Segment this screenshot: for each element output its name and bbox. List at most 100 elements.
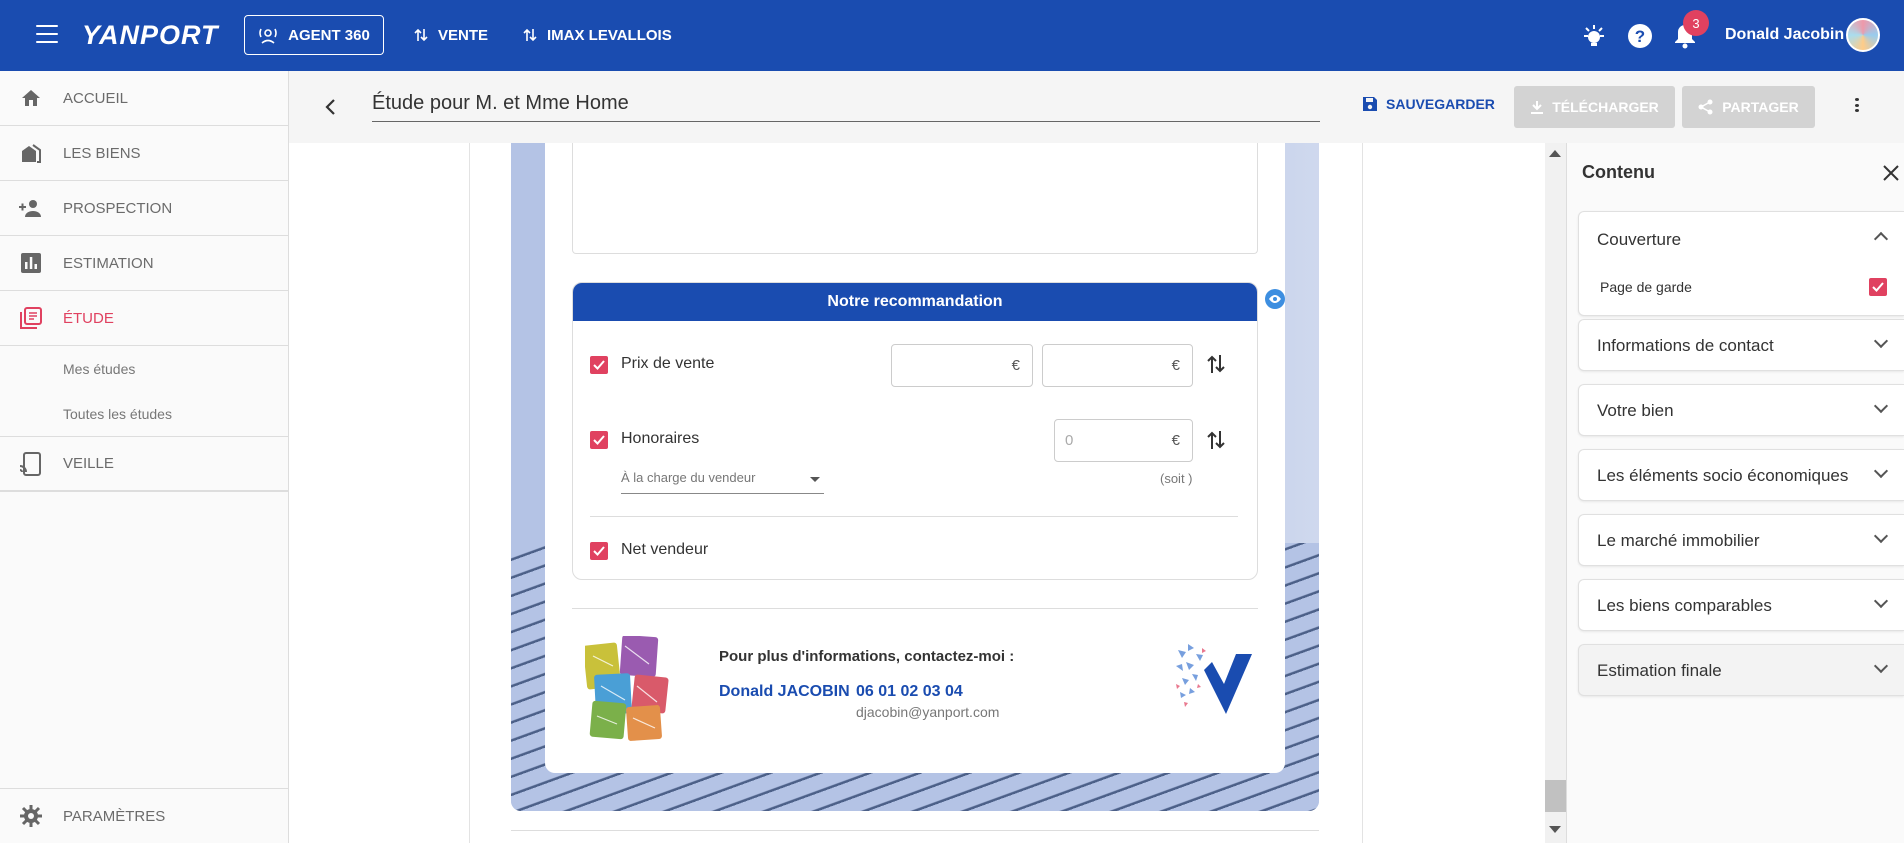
prix-min-input[interactable]: € xyxy=(891,344,1033,387)
comment-textarea[interactable] xyxy=(572,143,1258,254)
agent-360-button[interactable]: AGENT 360 xyxy=(244,15,384,55)
swap-vert-icon[interactable] xyxy=(1207,429,1225,457)
page-de-garde-checkbox[interactable] xyxy=(1869,278,1887,296)
prix-de-vente-label: Prix de vente xyxy=(621,355,715,372)
svg-text:?: ? xyxy=(1635,27,1645,46)
sidebar-item-estimation[interactable]: ESTIMATION xyxy=(0,236,289,291)
section-votre-bien[interactable]: Votre bien xyxy=(1578,384,1904,436)
check-icon xyxy=(1872,282,1884,292)
scroll-up-arrow-icon[interactable] xyxy=(1549,150,1561,157)
section-couverture[interactable]: Couverture xyxy=(1578,211,1904,316)
section-informations-de-contact[interactable]: Informations de contact xyxy=(1578,319,1904,371)
canvas-scrollbar[interactable] xyxy=(1545,143,1566,843)
menu-icon[interactable] xyxy=(36,25,58,43)
chevron-up-icon[interactable] xyxy=(1873,231,1889,247)
sidebar-item-accueil[interactable]: ACCUEIL xyxy=(0,71,289,126)
imax-levallois-button[interactable]: IMAX LEVALLOIS xyxy=(523,15,672,55)
share-icon xyxy=(1698,99,1713,115)
sidebar-item-label: ACCUEIL xyxy=(63,89,129,107)
chevron-down-icon[interactable] xyxy=(1873,398,1889,414)
section-title: Les biens comparables xyxy=(1597,596,1772,615)
vente-label: VENTE xyxy=(438,26,489,44)
recommendation-title: Notre recommandation xyxy=(573,283,1257,321)
help-icon[interactable]: ? xyxy=(1626,22,1654,50)
agent-email: djacobin@yanport.com xyxy=(856,704,1000,720)
notifications-icon[interactable]: 3 xyxy=(1671,10,1709,50)
sidebar-item-etude[interactable]: ÉTUDE xyxy=(0,291,289,346)
contact-heading: Pour plus d'informations, contactez-moi … xyxy=(719,648,1015,665)
honoraires-input[interactable]: 0 € xyxy=(1054,419,1193,462)
sidebar-item-label: PROSPECTION xyxy=(63,199,173,217)
swap-vert-icon[interactable] xyxy=(1207,353,1225,381)
save-icon xyxy=(1363,97,1377,111)
sidebar-item-label: PARAMÈTRES xyxy=(63,807,166,825)
chevron-down-icon[interactable] xyxy=(1873,333,1889,349)
buildings-icon xyxy=(19,141,43,165)
sidebar-item-prospection[interactable]: PROSPECTION xyxy=(0,181,289,236)
download-label: TÉLÉCHARGER xyxy=(1552,99,1659,115)
page-footer-line xyxy=(511,830,1319,831)
section-title: Informations de contact xyxy=(1597,336,1774,355)
yanport-y-logo xyxy=(1172,640,1258,726)
section-estimation-finale[interactable]: Estimation finale xyxy=(1578,644,1904,696)
agent-radar-icon xyxy=(259,28,277,44)
page-de-garde-label: Page de garde xyxy=(1600,279,1692,295)
download-icon xyxy=(1531,101,1544,114)
yanport-logo[interactable]: YANPORT xyxy=(82,20,219,51)
section-title: Votre bien xyxy=(1597,401,1674,420)
prix-de-vente-checkbox[interactable] xyxy=(590,356,608,374)
charge-select-value: À la charge du vendeur xyxy=(621,470,756,485)
sidebar-subitem-toutes-les-etudes[interactable]: Toutes les études xyxy=(63,406,172,422)
sidebar-item-les-biens[interactable]: LES BIENS xyxy=(0,126,289,181)
save-button[interactable]: SAUVEGARDER xyxy=(1362,96,1495,112)
reco-divider xyxy=(590,516,1238,517)
honoraires-placeholder: 0 xyxy=(1065,432,1074,449)
honoraires-checkbox[interactable] xyxy=(590,431,608,449)
swap-vert-icon xyxy=(414,28,428,42)
user-name[interactable]: Donald Jacobin xyxy=(1725,26,1844,44)
vente-button[interactable]: VENTE xyxy=(414,15,488,55)
agent-360-label: AGENT 360 xyxy=(288,26,370,44)
bar-chart-icon xyxy=(19,251,43,275)
download-button[interactable]: TÉLÉCHARGER xyxy=(1514,86,1675,128)
save-label: SAUVEGARDER xyxy=(1386,96,1495,112)
honoraires-unit: € xyxy=(1171,432,1180,449)
scroll-down-arrow-icon[interactable] xyxy=(1549,826,1561,833)
chevron-down-icon[interactable] xyxy=(1873,593,1889,609)
chevron-down-icon[interactable] xyxy=(1873,463,1889,479)
prix-max-input[interactable]: € xyxy=(1042,344,1193,387)
person-add-icon xyxy=(19,196,43,220)
avatar[interactable] xyxy=(1846,18,1880,52)
imax-levallois-label: IMAX LEVALLOIS xyxy=(547,26,672,44)
dropdown-arrow-icon xyxy=(810,477,820,482)
chevron-down-icon[interactable] xyxy=(1873,658,1889,674)
section-biens-comparables[interactable]: Les biens comparables xyxy=(1578,579,1904,631)
theme-bulb-icon[interactable] xyxy=(1580,22,1608,50)
section-elements-socio-economiques[interactable]: Les éléments socio économiques xyxy=(1578,449,1904,501)
check-icon xyxy=(593,435,605,445)
section-title: Estimation finale xyxy=(1597,661,1722,680)
sidebar-item-label: ÉTUDE xyxy=(63,309,114,327)
honoraires-label: Honoraires xyxy=(621,430,700,447)
chevron-left-icon[interactable] xyxy=(323,98,337,122)
more-vert-icon[interactable] xyxy=(1855,98,1859,112)
gear-icon xyxy=(19,804,43,828)
eye-icon[interactable] xyxy=(1265,289,1285,309)
contact-divider xyxy=(572,608,1258,609)
tablet-icon xyxy=(19,451,43,476)
scrollbar-thumb[interactable] xyxy=(1545,780,1566,812)
section-marche-immobilier[interactable]: Le marché immobilier xyxy=(1578,514,1904,566)
close-icon[interactable] xyxy=(1882,162,1900,188)
chevron-down-icon[interactable] xyxy=(1873,528,1889,544)
prix-max-unit: € xyxy=(1171,357,1180,374)
net-vendeur-checkbox[interactable] xyxy=(590,542,608,560)
sidebar-item-parametres[interactable]: PARAMÈTRES xyxy=(0,788,289,843)
agent-phone: 06 01 02 03 04 xyxy=(856,683,963,700)
charge-select[interactable]: À la charge du vendeur xyxy=(621,470,824,494)
share-button[interactable]: PARTAGER xyxy=(1682,86,1815,128)
sidebar-subitem-mes-etudes[interactable]: Mes études xyxy=(63,361,135,377)
sidebar-item-veille[interactable]: VEILLE xyxy=(0,437,289,492)
agent-name: Donald JACOBIN xyxy=(719,683,850,700)
soit-text: (soit ) xyxy=(1160,471,1193,486)
document-title-input[interactable]: Étude pour M. et Mme Home xyxy=(372,88,1320,122)
